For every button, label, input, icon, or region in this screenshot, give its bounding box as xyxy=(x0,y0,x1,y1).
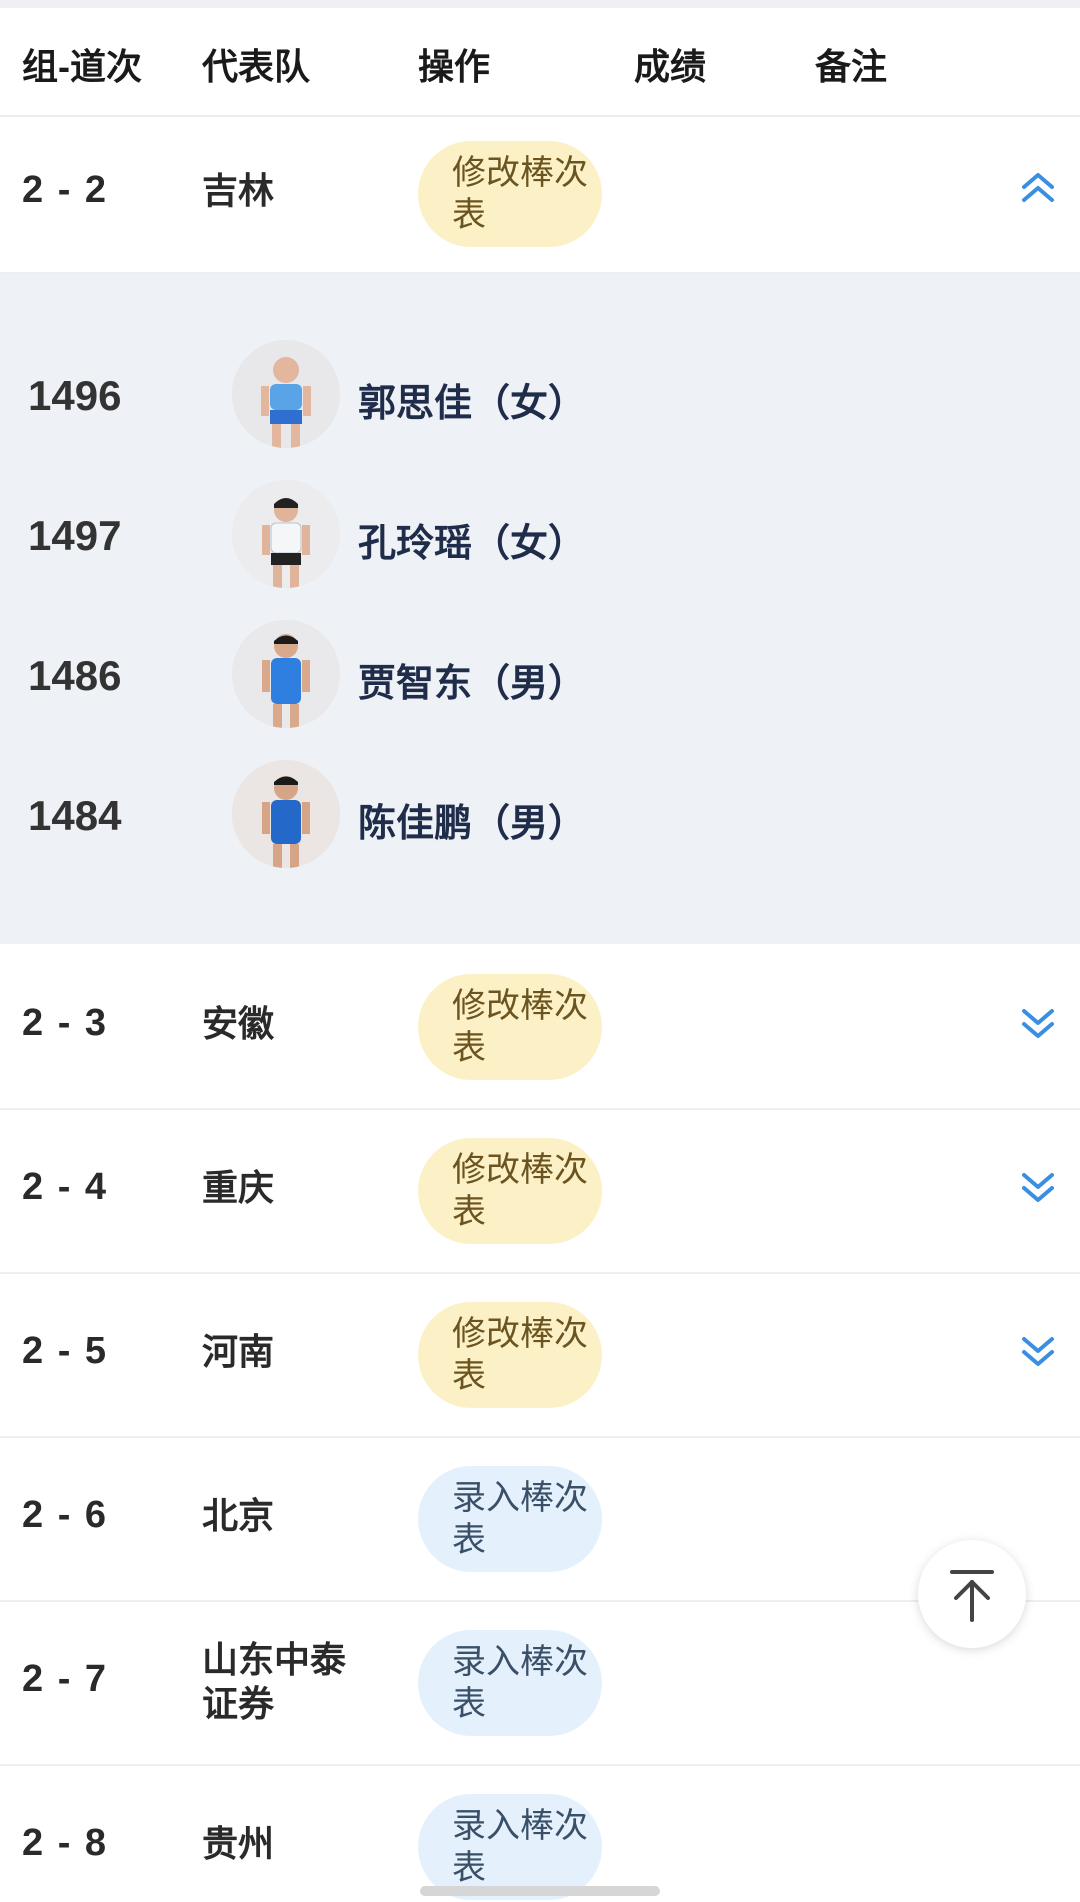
back-to-top-button[interactable] xyxy=(918,1540,1026,1648)
lane-number: 2 - 8 xyxy=(22,1822,109,1864)
chevron-double-up-icon[interactable] xyxy=(1018,167,1058,207)
home-indicator xyxy=(420,1886,660,1896)
avatar xyxy=(232,340,340,448)
athlete-name: 贾智东（男） xyxy=(358,663,587,705)
avatar xyxy=(232,620,340,728)
athlete-bib: 1496 xyxy=(28,372,122,419)
edit-relay-order-button[interactable]: 修改棒次表 xyxy=(418,141,602,247)
enter-relay-order-button[interactable]: 录入棒次表 xyxy=(418,1466,602,1572)
team-name: 北京 xyxy=(202,1495,275,1536)
relay-lineup-panel: 1496 郭思佳（女） 1497 孔玲瑶（女） 1486 贾智东（男） 1484… xyxy=(0,274,1080,944)
enter-relay-order-button[interactable]: 录入棒次表 xyxy=(418,1794,602,1900)
table-row[interactable]: 2 - 5 河南 修改棒次表 xyxy=(0,1274,1080,1438)
enter-relay-order-button[interactable]: 录入棒次表 xyxy=(418,1630,602,1736)
team-name: 贵州 xyxy=(202,1823,275,1864)
team-name: 山东中泰证券 xyxy=(202,1639,347,1724)
edit-relay-order-button[interactable]: 修改棒次表 xyxy=(418,1302,602,1408)
athlete-bib: 1486 xyxy=(28,652,122,699)
edit-relay-order-label: 修改棒次表 xyxy=(452,987,588,1067)
team-name: 安徽 xyxy=(202,1003,275,1044)
table-row[interactable]: 2 - 8 贵州 录入棒次表 xyxy=(0,1766,1080,1902)
athlete-bib: 1497 xyxy=(28,512,122,559)
team-name: 河南 xyxy=(202,1331,275,1372)
lane-number: 2 - 2 xyxy=(22,169,109,211)
lane-number: 2 - 7 xyxy=(22,1658,109,1700)
table-row[interactable]: 2 - 4 重庆 修改棒次表 xyxy=(0,1110,1080,1274)
lane-number: 2 - 3 xyxy=(22,1002,109,1044)
edit-relay-order-label: 修改棒次表 xyxy=(452,154,588,234)
chevron-double-down-icon[interactable] xyxy=(1018,1332,1058,1372)
table-header: 组-道次 代表队 操作 成绩 备注 xyxy=(0,8,1080,117)
athlete-item: 1484 陈佳鹏（男） xyxy=(0,760,1080,870)
header-remark: 备注 xyxy=(815,46,888,87)
chevron-double-down-icon[interactable] xyxy=(1018,1168,1058,1208)
lane-number: 2 - 5 xyxy=(22,1330,109,1372)
table-row[interactable]: 2 - 3 安徽 修改棒次表 xyxy=(0,946,1080,1110)
table-row[interactable]: 2 - 2 吉林 修改棒次表 xyxy=(0,117,1080,274)
team-name: 吉林 xyxy=(202,170,275,211)
edit-relay-order-button[interactable]: 修改棒次表 xyxy=(418,1138,602,1244)
enter-relay-order-label: 录入棒次表 xyxy=(452,1479,588,1559)
avatar xyxy=(232,760,340,868)
athlete-item: 1486 贾智东（男） xyxy=(0,620,1080,730)
athlete-item: 1496 郭思佳（女） xyxy=(0,340,1080,450)
edit-relay-order-label: 修改棒次表 xyxy=(452,1315,588,1395)
chevron-double-down-icon[interactable] xyxy=(1018,1004,1058,1044)
enter-relay-order-label: 录入棒次表 xyxy=(452,1807,588,1887)
athlete-bib: 1484 xyxy=(28,792,122,839)
athlete-name: 陈佳鹏（男） xyxy=(358,803,587,845)
header-team: 代表队 xyxy=(202,46,311,87)
athlete-name: 孔玲瑶（女） xyxy=(358,523,587,565)
lane-number: 2 - 4 xyxy=(22,1166,109,1208)
top-strip xyxy=(0,0,1080,8)
team-name: 重庆 xyxy=(202,1167,275,1208)
header-lane: 组-道次 xyxy=(22,46,142,87)
header-result: 成绩 xyxy=(634,46,707,87)
lane-number: 2 - 6 xyxy=(22,1494,109,1536)
edit-relay-order-label: 修改棒次表 xyxy=(452,1151,588,1231)
avatar xyxy=(232,480,340,588)
athlete-name: 郭思佳（女） xyxy=(358,383,587,425)
athlete-item: 1497 孔玲瑶（女） xyxy=(0,480,1080,590)
enter-relay-order-label: 录入棒次表 xyxy=(452,1643,588,1723)
header-action: 操作 xyxy=(418,46,491,87)
arrow-up-to-top-icon xyxy=(950,1570,994,1622)
edit-relay-order-button[interactable]: 修改棒次表 xyxy=(418,974,602,1080)
